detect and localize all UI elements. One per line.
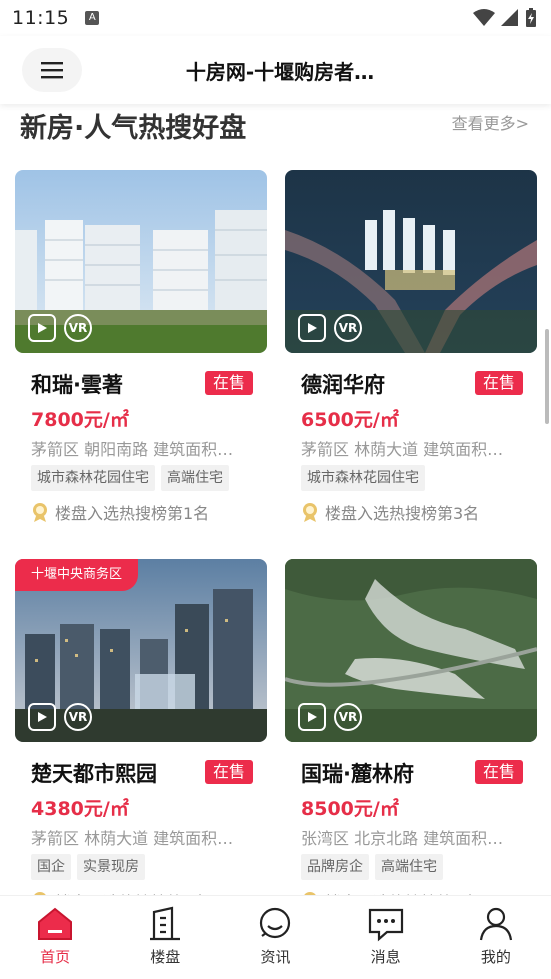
property-card[interactable]: VR 国瑞·麓林府 在售 8500元/㎡ 张湾区 北京北路 建筑面积… 品牌房企… <box>285 559 537 899</box>
status-badge: 在售 <box>474 760 523 784</box>
nav-label: 楼盘 <box>150 948 181 966</box>
property-card[interactable]: VR 德润华府 在售 6500元/㎡ 茅箭区 林荫大道 建筑面积… 城市森林花园… <box>285 170 537 523</box>
battery-icon <box>526 8 536 27</box>
property-name: 国瑞·麓林府 <box>301 762 414 786</box>
property-card[interactable]: VR 和瑞·雲著 在售 7800元/㎡ 茅箭区 朝阳南路 建筑面积… 城市森林花… <box>15 170 267 523</box>
property-image[interactable]: 十堰中央商务区 VR <box>15 559 267 742</box>
home-icon <box>38 907 73 940</box>
vr-icon[interactable]: VR <box>64 703 92 731</box>
signal-icon <box>501 9 518 26</box>
video-play-icon[interactable] <box>298 703 326 731</box>
nav-label: 首页 <box>40 948 71 966</box>
property-price: 4380元/㎡ <box>31 798 129 820</box>
page-title: 十房网-十堰购房者… <box>185 60 375 84</box>
bottom-nav: 首页 楼盘 资讯 消息 我的 <box>0 895 551 979</box>
property-tag: 实景现房 <box>77 854 145 880</box>
property-address: 茅箭区 朝阳南路 建筑面积… <box>31 440 234 459</box>
property-tag: 城市森林花园住宅 <box>31 465 155 491</box>
property-address: 茅箭区 林荫大道 建筑面积… <box>301 440 504 459</box>
menu-button[interactable] <box>22 48 82 92</box>
property-tag: 城市森林花园住宅 <box>301 465 425 491</box>
status-time: 11:15 <box>12 7 70 29</box>
vr-icon[interactable]: VR <box>334 314 362 342</box>
property-name: 德润华府 <box>301 373 385 397</box>
property-tags: 城市森林花园住宅 高端住宅 <box>31 465 229 491</box>
rank-info: 楼盘入选热搜榜第3名 <box>301 500 479 524</box>
news-icon <box>260 907 291 939</box>
nav-profile[interactable]: 我的 <box>456 906 536 967</box>
status-indicators <box>473 8 537 28</box>
property-card[interactable]: 十堰中央商务区 VR 楚天都市熙园 在售 4380元/㎡ 茅箭区 林荫大道 建筑… <box>15 559 267 899</box>
user-icon <box>479 907 512 941</box>
video-play-icon[interactable] <box>298 314 326 342</box>
property-price: 6500元/㎡ <box>301 409 399 431</box>
scrollbar[interactable] <box>545 329 549 424</box>
status-badge: 在售 <box>204 760 253 784</box>
nav-label: 消息 <box>370 948 401 966</box>
view-more-link[interactable]: 查看更多> <box>452 110 529 134</box>
nav-buildings[interactable]: 楼盘 <box>125 906 205 967</box>
nav-news[interactable]: 资讯 <box>235 906 315 967</box>
property-price: 8500元/㎡ <box>301 798 399 820</box>
medal-icon <box>33 503 47 522</box>
hamburger-icon <box>41 62 63 79</box>
rank-text: 楼盘入选热搜榜第3名 <box>325 504 480 523</box>
property-tags: 城市森林花园住宅 <box>301 465 425 491</box>
property-image[interactable]: VR <box>285 170 537 353</box>
nav-label: 我的 <box>480 948 511 966</box>
property-image[interactable]: VR <box>285 559 537 742</box>
property-tag: 国企 <box>31 854 71 880</box>
nav-label: 资讯 <box>260 948 291 966</box>
building-icon <box>150 906 181 941</box>
nav-messages[interactable]: 消息 <box>346 906 426 967</box>
property-address: 张湾区 北京北路 建筑面积… <box>301 829 504 848</box>
medal-icon <box>303 503 317 522</box>
property-address: 茅箭区 林荫大道 建筑面积… <box>31 829 234 848</box>
property-price: 7800元/㎡ <box>31 409 129 431</box>
vr-icon[interactable]: VR <box>334 703 362 731</box>
property-tags: 品牌房企 高端住宅 <box>301 854 443 880</box>
property-image[interactable]: VR <box>15 170 267 353</box>
property-tag: 品牌房企 <box>301 854 369 880</box>
status-badge: 在售 <box>204 371 253 395</box>
app-header: 十房网-十堰购房者… <box>0 36 551 104</box>
rank-info: 楼盘入选热搜榜第1名 <box>31 500 209 524</box>
video-play-icon[interactable] <box>28 703 56 731</box>
nav-home[interactable]: 首页 <box>15 906 95 967</box>
area-ribbon: 十堰中央商务区 <box>15 559 139 591</box>
rank-text: 楼盘入选热搜榜第1名 <box>55 504 210 523</box>
property-tag: 高端住宅 <box>161 465 229 491</box>
property-tag: 高端住宅 <box>375 854 443 880</box>
property-tags: 国企 实景现房 <box>31 854 145 880</box>
wifi-icon <box>473 9 495 26</box>
section-title: 新房·人气热搜好盘 <box>20 113 247 144</box>
notification-icon: A <box>85 11 100 25</box>
video-play-icon[interactable] <box>28 314 56 342</box>
status-bar: 11:15 A <box>0 0 551 36</box>
property-name: 和瑞·雲著 <box>31 373 123 397</box>
status-badge: 在售 <box>474 371 523 395</box>
vr-icon[interactable]: VR <box>64 314 92 342</box>
content-area[interactable]: 新房·人气热搜好盘 查看更多> VR 和瑞·雲著 在售 7800元/㎡ 茅箭区 … <box>0 104 551 899</box>
message-icon <box>368 908 403 942</box>
property-name: 楚天都市熙园 <box>31 762 157 786</box>
